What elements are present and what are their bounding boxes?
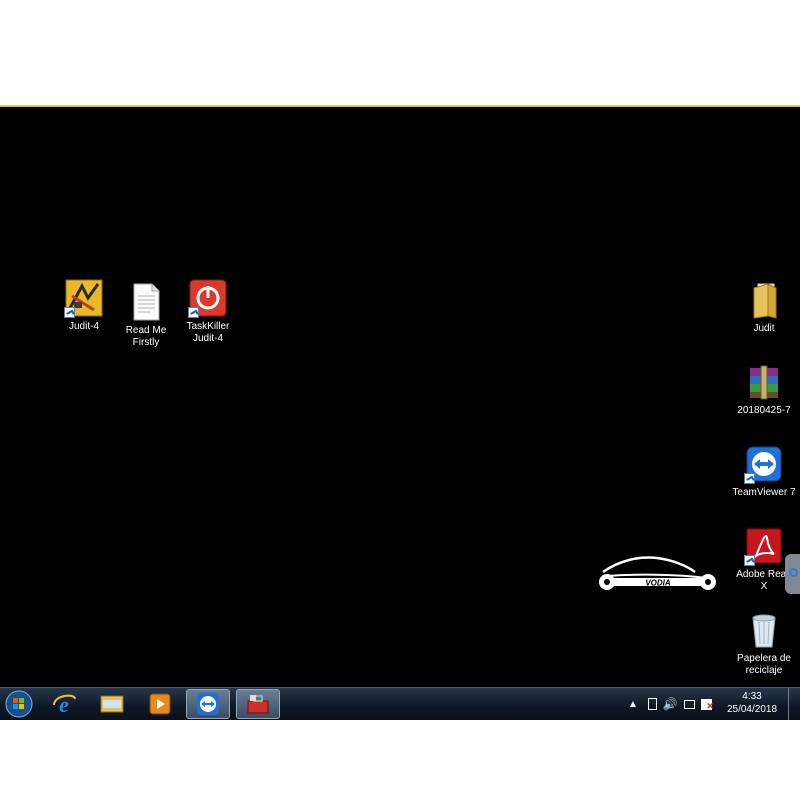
- icon-label: 20180425-7: [737, 405, 791, 416]
- desktop-icon-read-me[interactable]: Read Me Firstly: [111, 282, 181, 349]
- icon-label: Papelera de reciclaje: [737, 653, 791, 676]
- clock[interactable]: 4:33 25/04/2018: [722, 690, 782, 716]
- network-icon[interactable]: [683, 699, 695, 709]
- icon-label: Read Me Firstly: [125, 325, 167, 348]
- winrar-archive-icon: [744, 362, 784, 402]
- icon-label: TeamViewer 7: [732, 487, 796, 498]
- desktop-icon-judit-4[interactable]: Judit-4: [49, 278, 119, 333]
- taskbar-internet-explorer[interactable]: e: [42, 689, 86, 719]
- watermark-text: VODIA: [645, 579, 671, 588]
- volume-icon[interactable]: 🔊: [663, 697, 678, 711]
- recycle-bin-icon: [744, 610, 784, 650]
- taskbar-toolbox-app[interactable]: [236, 689, 280, 719]
- taskbar-media-player[interactable]: [138, 689, 182, 719]
- judit-4-icon: [64, 278, 104, 318]
- clock-time: 4:33: [742, 691, 762, 702]
- media-player-icon: [149, 693, 171, 715]
- icon-label: Judit-4: [68, 321, 99, 332]
- start-button[interactable]: [0, 689, 38, 719]
- side-gadget-tab[interactable]: [785, 554, 800, 594]
- teamviewer-icon: [197, 693, 219, 715]
- notification-area: ▲ 🔊 ✕: [628, 688, 714, 720]
- vodia-logo-watermark: VODIA: [595, 552, 720, 602]
- teamviewer-panel-icon: [789, 568, 798, 577]
- desktop-icon-archive[interactable]: 20180425-7: [729, 362, 799, 417]
- file-explorer-icon: [100, 695, 124, 713]
- start-orb-icon: [5, 690, 33, 718]
- clock-date: 25/04/2018: [726, 704, 778, 715]
- taskkiller-icon: [188, 278, 228, 318]
- icon-label: Judit: [753, 323, 775, 334]
- taskbar: e ▲ 🔊 ✕ 4:33 25/04/2018: [0, 687, 800, 720]
- internet-explorer-icon: e: [53, 692, 76, 717]
- desktop-icon-taskkiller[interactable]: TaskKiller Judit-4: [173, 278, 243, 345]
- bottom-margin: [0, 720, 800, 800]
- teamviewer-icon: [744, 444, 784, 484]
- taskbar-file-explorer[interactable]: [90, 689, 134, 719]
- desktop-icon-teamviewer[interactable]: TeamViewer 7: [729, 444, 799, 499]
- folder-icon: [744, 280, 784, 320]
- desktop-icon-folder-judit[interactable]: Judit: [729, 280, 799, 335]
- device-icon[interactable]: [647, 698, 657, 710]
- read-me-icon: [126, 282, 166, 322]
- action-center-flag-icon[interactable]: ✕: [700, 698, 714, 711]
- icon-label: TaskKiller Judit-4: [186, 321, 230, 344]
- desktop-icon-recycle-bin[interactable]: Papelera de reciclaje: [729, 610, 799, 677]
- show-hidden-icons-arrow[interactable]: ▲: [628, 699, 638, 710]
- show-desktop-button[interactable]: [788, 688, 800, 720]
- desktop[interactable]: Judit-4 Read Me Firstly TaskKiller Judit…: [0, 107, 800, 687]
- adobe-reader-icon: [744, 526, 784, 566]
- toolbox-icon: [247, 695, 269, 714]
- taskbar-teamviewer[interactable]: [186, 689, 230, 719]
